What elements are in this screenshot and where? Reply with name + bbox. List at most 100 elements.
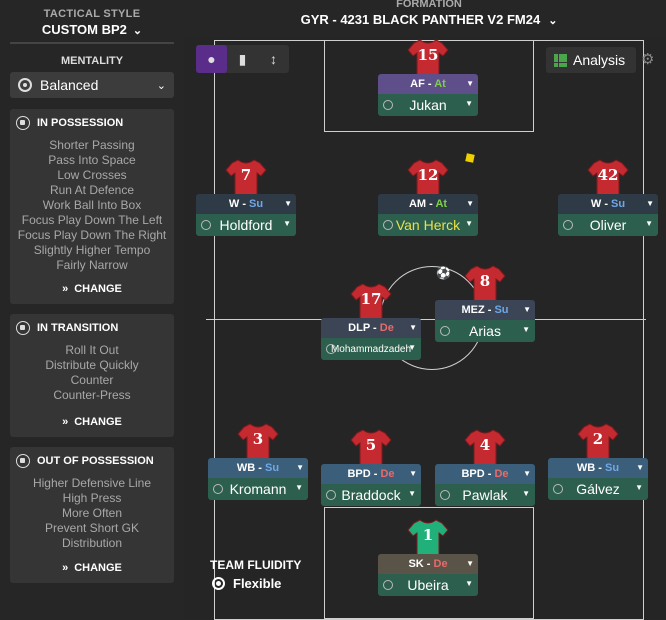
role-selector[interactable]: W - Su ▼ [196,194,296,214]
player-name-selector[interactable]: Van Herck ▼ [378,214,478,236]
instruction-item: Prevent Short GK [44,521,140,535]
caret-down-icon: ▼ [408,343,416,352]
role-selector[interactable]: BPD - De ▼ [321,464,421,484]
role-selector[interactable]: WB - Su ▼ [208,458,308,478]
instruction-item: Counter-Press [53,388,131,402]
caret-down-icon: ▼ [646,199,654,208]
instruction-item: More Often [61,506,123,520]
role-code: BPD [347,468,371,480]
player-name-selector[interactable]: Jukan ▼ [378,94,478,116]
avatar-icon [213,484,223,494]
player-name-selector[interactable]: Pawlak ▼ [435,484,535,506]
tactical-style-label: TACTICAL STYLE [43,8,141,20]
role-code: BPD [461,468,485,480]
player-name: Mohammadzadeh [330,343,412,355]
player-name: Van Herck [395,217,461,233]
analysis-button[interactable]: Analysis [546,47,636,73]
shirt-number: 2 [592,430,604,448]
player-name-selector[interactable]: Arias ▼ [435,320,535,342]
duty-code: De [494,468,509,480]
role-code: WB [236,462,256,474]
in-possession-change-button[interactable]: » CHANGE [10,283,174,295]
player-name-selector[interactable]: Oliver ▼ [558,214,658,236]
stats-view-button[interactable]: ▮ [227,45,258,73]
role-selector[interactable]: W - Su ▼ [558,194,658,214]
role-selector[interactable]: BPD - De ▼ [435,464,535,484]
change-label: CHANGE [74,562,122,574]
double-chevron-right-icon: » [62,283,69,295]
player-name-selector[interactable]: Mohammadzadeh ▼ [321,338,421,360]
avatar-icon [326,490,336,500]
player-name: Gálvez [576,481,620,497]
caret-down-icon: ▼ [465,99,473,108]
caret-down-icon: ▼ [284,199,292,208]
player-name-selector[interactable]: Holdford ▼ [196,214,296,236]
role-selector[interactable]: MEZ - Su ▼ [435,300,535,320]
avatar-icon [383,100,393,110]
duty-code: At [435,198,448,210]
double-chevron-right-icon: » [62,416,69,428]
bar-chart-icon: ▮ [238,50,247,67]
shirt-number: 8 [479,272,491,290]
role-selector[interactable]: AF - At ▼ [378,74,478,94]
avatar-icon [440,326,450,336]
role-code: WB [576,462,596,474]
instruction-item: Work Ball Into Box [42,198,142,212]
out-of-possession-change-button[interactable]: » CHANGE [10,562,174,574]
role-selector[interactable]: AM - At ▼ [378,194,478,214]
shirt-number: 17 [360,290,382,308]
shirt-number: 3 [252,430,264,448]
instruction-item: Shorter Passing [49,138,135,152]
formation-dropdown[interactable]: GYR - 4231 BLACK PANTHER V2 FM24 ⌄ [184,12,666,27]
instruction-item: Fairly Narrow [56,258,128,272]
instruction-item: Focus Play Down The Right [17,228,167,242]
arrows-icon: ↕ [270,51,277,67]
in-transition-change-button[interactable]: » CHANGE [10,416,174,428]
caret-down-icon: ▼ [522,325,530,334]
chevron-down-icon: ⌄ [132,25,143,37]
caret-down-icon: ▼ [296,463,304,472]
team-fluidity-value: Flexible [212,576,281,591]
instruction-item: High Press [62,491,122,505]
duty-code: De [380,468,395,480]
instruction-item: Pass Into Space [48,153,136,167]
player-name-selector[interactable]: Gálvez ▼ [548,478,648,500]
panel-title: OUT OF POSSESSION [37,455,154,467]
caret-down-icon: ▼ [408,489,416,498]
caret-down-icon: ▼ [523,469,531,478]
player-name-selector[interactable]: Kromann ▼ [208,478,308,500]
instruction-item: Low Crosses [57,168,127,182]
shirt-number: 1 [422,526,434,544]
chevron-down-icon: ⌄ [548,15,558,27]
instruction-item: Distribute Quickly [45,358,139,372]
swap-view-button[interactable]: ↕ [258,45,289,73]
player-name-selector[interactable]: Ubeira ▼ [378,574,478,596]
gear-icon[interactable]: ⚙ [641,50,654,68]
tactical-style-dropdown[interactable]: CUSTOM BP2 ⌄ [0,22,184,37]
role-selector[interactable]: SK - De ▼ [378,554,478,574]
player-name-selector[interactable]: Braddock ▼ [321,484,421,506]
ball-icon: ⚽ [436,266,451,280]
role-selector[interactable]: WB - Su ▼ [548,458,648,478]
mentality-dropdown[interactable]: Balanced ⌄ [10,72,174,98]
defence-icon [16,454,30,468]
change-label: CHANGE [74,283,122,295]
transition-icon [16,321,30,335]
caret-down-icon: ▼ [465,579,473,588]
caret-down-icon: ▼ [295,483,303,492]
player-name: Pawlak [462,487,508,503]
role-code: W [590,198,602,210]
caret-down-icon: ▼ [466,199,474,208]
role-selector[interactable]: DLP - De ▼ [321,318,421,338]
player-name: Braddock [341,487,401,503]
instruction-item: Counter [70,373,114,387]
caret-down-icon: ▼ [635,483,643,492]
in-transition-panel: IN TRANSITION Roll It Out Distribute Qui… [10,314,174,437]
in-possession-panel: IN POSSESSION Shorter Passing Pass Into … [10,109,174,304]
caret-down-icon: ▼ [645,219,653,228]
caret-down-icon: ▼ [409,469,417,478]
duty-code: At [434,78,446,90]
duty-code: Su [611,198,626,210]
player-view-button[interactable]: ● [196,45,227,73]
change-label: CHANGE [74,416,122,428]
